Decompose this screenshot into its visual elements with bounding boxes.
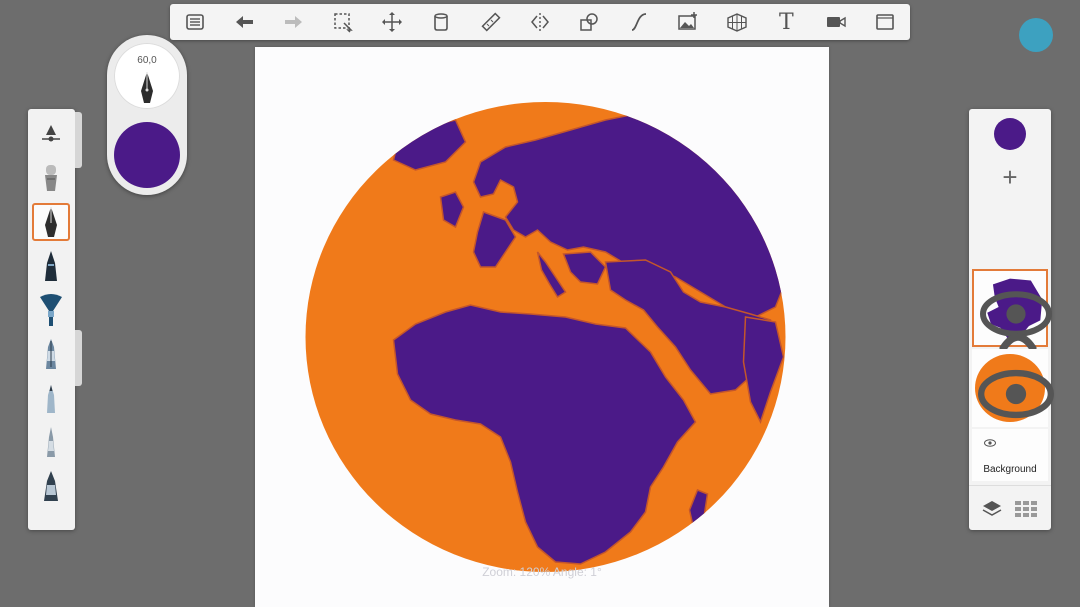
fullscreen-button[interactable] (870, 7, 900, 37)
airbrush-icon (45, 165, 57, 191)
layer-panel-footer (969, 485, 1051, 530)
fine-liner-button[interactable] (32, 423, 70, 461)
brush-size-control[interactable]: 60,0 (114, 43, 180, 109)
fill-button[interactable] (426, 7, 456, 37)
airbrush-button[interactable] (32, 159, 70, 197)
brush-puck[interactable]: 60,0 (107, 35, 187, 195)
pen-nib-button[interactable] (32, 203, 70, 241)
ruler-icon (481, 12, 501, 32)
chisel-marker-icon (44, 471, 58, 501)
undo-icon (236, 16, 254, 28)
selection-icon (334, 13, 353, 33)
perspective-button[interactable] (722, 7, 752, 37)
gallery-menu-icon (186, 14, 204, 30)
symmetry-icon (530, 13, 549, 31)
fullscreen-icon (876, 14, 894, 30)
layer-thumb-land[interactable] (972, 269, 1052, 400)
layers-icon[interactable] (982, 500, 1002, 518)
transform-move-icon (382, 12, 403, 32)
fill-bucket-icon (434, 13, 449, 31)
fan-brush-icon (40, 294, 62, 326)
top-toolbar: T (170, 4, 910, 40)
curve-button[interactable] (624, 7, 654, 37)
overlay-badge (1019, 18, 1053, 52)
brush-size-value: 60,0 (137, 55, 157, 66)
brush-settings-icon (42, 125, 60, 142)
transform-button[interactable] (377, 7, 407, 37)
curve-stroke-icon (631, 13, 646, 31)
redo-button[interactable] (279, 7, 309, 37)
pen-nib-icon (45, 207, 57, 237)
pen-nib-icon (141, 72, 153, 103)
grid-icon[interactable] (1015, 501, 1037, 517)
undo-button[interactable] (229, 7, 259, 37)
layer-color-button[interactable] (994, 118, 1026, 150)
earth-globe-drawing (305, 102, 786, 572)
add-layer-button[interactable]: + (995, 162, 1025, 192)
marker-icon (46, 339, 56, 369)
ink-pen-icon (45, 251, 57, 281)
add-image-button[interactable] (673, 7, 703, 37)
add-image-icon (678, 12, 697, 30)
brush-palette (28, 109, 75, 530)
layer-panel: + Background (969, 109, 1054, 530)
brush-color-swatch[interactable] (114, 122, 180, 188)
text-icon: T (779, 9, 794, 35)
gallery-menu-button[interactable] (180, 7, 210, 37)
video-icon (826, 16, 846, 28)
marker-button[interactable] (32, 335, 70, 373)
eye-icon[interactable] (984, 439, 996, 447)
fine-liner-icon (47, 427, 55, 457)
fan-brush-button[interactable] (32, 291, 70, 329)
selection-button[interactable] (328, 7, 358, 37)
layer-thumb-ocean[interactable] (972, 349, 1054, 427)
brush-settings-button[interactable] (32, 115, 70, 153)
eye-icon[interactable] (978, 355, 1054, 433)
layer-background[interactable]: Background (972, 429, 1048, 481)
pencil-button[interactable] (32, 379, 70, 417)
perspective-grid-icon (727, 13, 747, 32)
background-layer-label: Background (983, 464, 1037, 475)
shapes-button[interactable] (574, 7, 604, 37)
ruler-button[interactable] (476, 7, 506, 37)
video-button[interactable] (821, 7, 851, 37)
symmetry-button[interactable] (525, 7, 555, 37)
redo-icon (284, 16, 302, 28)
text-button[interactable]: T (771, 7, 801, 37)
palette-scroll-handle-bottom[interactable] (75, 330, 82, 386)
palette-scroll-handle-top[interactable] (75, 112, 82, 168)
pencil-icon (47, 385, 55, 413)
zoom-status: Zoom: 120% Angle: 1° (482, 565, 602, 579)
drawing-canvas[interactable]: Zoom: 120% Angle: 1° (255, 47, 829, 607)
ink-pen-button[interactable] (32, 247, 70, 285)
shapes-icon (580, 13, 598, 31)
chisel-marker-button[interactable] (32, 467, 70, 505)
